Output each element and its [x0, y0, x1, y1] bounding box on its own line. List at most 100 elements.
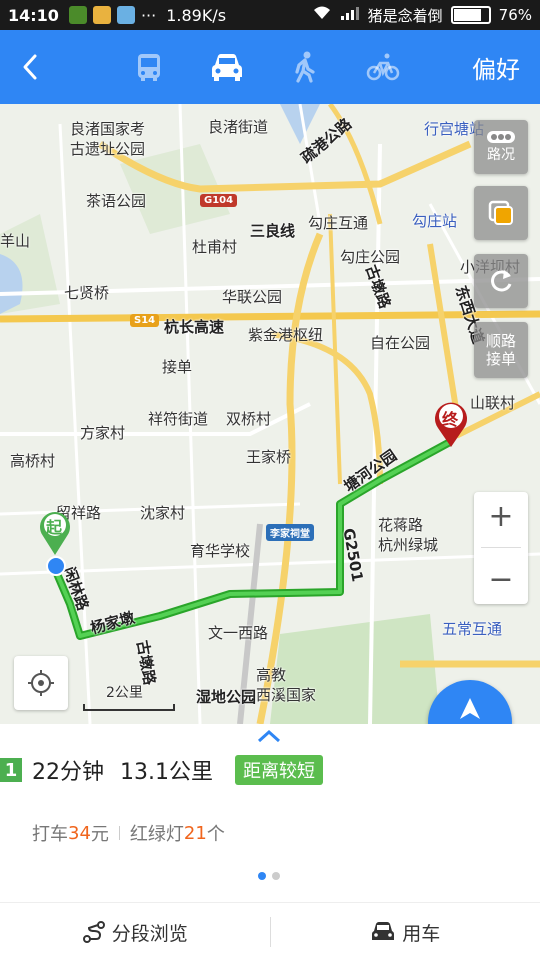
- battery-percent: 76%: [499, 6, 532, 24]
- map-label: 高桥村: [10, 450, 55, 471]
- map-label: 古遗址公园: [70, 138, 145, 159]
- lights-count: 21: [184, 823, 207, 844]
- road-label: 五常互通: [442, 618, 502, 639]
- lights-prefix: 红绿灯: [130, 820, 184, 846]
- top-bar: 偏好: [0, 30, 540, 104]
- zoom-divider: [481, 547, 521, 548]
- map-label: 紫金港枢纽: [248, 324, 323, 345]
- map-view[interactable]: 良渚国家考 古遗址公园 良渚街道 疏港公路 行宫塘站 茶语公园 G104 三良线…: [0, 104, 540, 724]
- route-panel: 1 22分钟 13.1公里 距离较短 打车 34 元 红绿灯 21 个 分段浏览…: [0, 724, 540, 960]
- car-icon: [209, 51, 245, 83]
- walk-icon: [290, 51, 320, 83]
- shunlu-button[interactable]: 顺路 接单: [474, 322, 528, 378]
- map-label: 高教: [256, 664, 286, 685]
- route-summary[interactable]: 1 22分钟 13.1公里 距离较短: [0, 754, 323, 786]
- road-label: 湿地公园: [196, 686, 256, 707]
- map-label: 西溪国家: [256, 684, 316, 705]
- map-label: 勾庄公园: [340, 246, 400, 267]
- app-notification-icon: [69, 6, 87, 24]
- map-label: 育华学校: [190, 540, 250, 561]
- taxi-cost: 34: [68, 823, 91, 844]
- more-icon: ···: [141, 6, 156, 25]
- mode-bike-tab[interactable]: [364, 48, 402, 86]
- route-segments-icon: [82, 920, 106, 944]
- taxi-unit: 元: [91, 820, 109, 846]
- zoom-in-button[interactable]: +: [488, 499, 513, 534]
- mode-car-tab[interactable]: [208, 48, 246, 86]
- network-speed: 1.89K/s: [166, 6, 226, 25]
- map-label: 杭州绿城: [378, 534, 438, 555]
- car-icon: [370, 921, 396, 943]
- bottom-actions: 分段浏览 用车: [0, 902, 540, 961]
- station-label: 勾庄站: [412, 210, 457, 231]
- highway-shield: S14: [130, 314, 159, 327]
- locate-button[interactable]: [14, 656, 68, 710]
- map-label: 良渚国家考: [70, 118, 145, 139]
- highway-shield: G104: [200, 194, 237, 207]
- traffic-button[interactable]: 路况: [474, 120, 528, 174]
- segment-browse-button[interactable]: 分段浏览: [0, 903, 270, 961]
- page-indicator: [258, 872, 280, 880]
- expand-chevron[interactable]: [256, 728, 282, 747]
- map-label: 方家村: [80, 422, 125, 443]
- signal-icon: [340, 5, 360, 25]
- route-distance: 13.1公里: [120, 754, 213, 786]
- map-label: 文一西路: [208, 622, 268, 643]
- route-index-badge: 1: [0, 758, 22, 782]
- route-tag: 距离较短: [235, 755, 323, 785]
- map-label: 良渚街道: [208, 116, 268, 137]
- notification-icons: ···: [69, 6, 156, 25]
- bus-icon: [133, 51, 165, 83]
- layers-icon: [487, 199, 515, 227]
- locate-icon: [27, 669, 55, 697]
- map-label: 接单: [162, 356, 192, 377]
- page-dot: [272, 872, 280, 880]
- route-time: 22分钟: [32, 754, 104, 786]
- divider: [119, 826, 120, 840]
- map-label: 祥符街道: [148, 408, 208, 429]
- layers-button[interactable]: [474, 186, 528, 240]
- map-label: 自在公园: [370, 332, 430, 353]
- start-marker[interactable]: 起: [37, 508, 73, 556]
- bike-icon: [366, 51, 400, 83]
- app-notification-icon: [117, 6, 135, 24]
- end-marker[interactable]: 终: [432, 398, 470, 448]
- zoom-out-button[interactable]: −: [488, 562, 513, 597]
- battery-icon: [451, 6, 491, 24]
- map-label: 王家桥: [246, 446, 291, 467]
- traffic-icon: [487, 130, 515, 144]
- road-label: 三良线: [250, 220, 295, 241]
- refresh-icon: [487, 267, 515, 295]
- navigation-arrow-icon: [457, 696, 483, 722]
- map-label: 山联村: [470, 392, 515, 413]
- map-label: 勾庄互通: [308, 212, 368, 233]
- scale-label: 2公里: [106, 682, 143, 702]
- status-bar: 14:10 ··· 1.89K/s 猪是念着倒 76%: [0, 0, 540, 30]
- map-label: 羊山: [0, 230, 30, 251]
- mode-bus-tab[interactable]: [130, 48, 168, 86]
- current-location-dot: [46, 556, 66, 576]
- chevron-up-icon: [256, 729, 282, 743]
- zoom-control: + −: [474, 492, 528, 604]
- highway-shield: 李家祠堂: [266, 524, 314, 541]
- map-label: 华联公园: [222, 286, 282, 307]
- map-label: 杜甫村: [192, 236, 237, 257]
- carrier-name: 猪是念着倒: [368, 5, 443, 26]
- mode-walk-tab[interactable]: [286, 48, 324, 86]
- lights-unit: 个: [207, 820, 225, 846]
- map-label: 茶语公园: [86, 190, 146, 211]
- wifi-icon: [312, 5, 332, 25]
- road-label: 杭长高速: [164, 316, 224, 337]
- route-details: 打车 34 元 红绿灯 21 个: [32, 820, 225, 846]
- chevron-left-icon: [21, 53, 39, 81]
- app-notification-icon: [93, 6, 111, 24]
- map-label: 双桥村: [226, 408, 271, 429]
- map-label: 七贤桥: [64, 282, 109, 303]
- status-time: 14:10: [8, 6, 59, 25]
- map-label: 花蒋路: [378, 514, 423, 535]
- preference-button[interactable]: 偏好: [472, 50, 520, 85]
- map-label: 沈家村: [140, 502, 185, 523]
- refresh-button[interactable]: [474, 254, 528, 308]
- back-button[interactable]: [10, 30, 50, 104]
- use-car-button[interactable]: 用车: [271, 903, 540, 961]
